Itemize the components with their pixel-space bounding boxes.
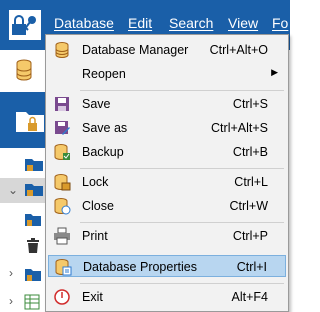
menu-item-shortcut: Ctrl+W [229, 199, 268, 213]
menu-separator [80, 283, 284, 284]
navigation-header [0, 92, 46, 148]
menu-view[interactable]: View [228, 15, 258, 31]
app-logo-icon [9, 10, 41, 40]
menu-item-label: Save [82, 97, 111, 111]
trash-icon[interactable] [26, 238, 40, 254]
menu-item-label: Exit [82, 290, 103, 304]
menu-separator [80, 168, 284, 169]
menu-item-label: Database Properties [83, 260, 197, 274]
chevron-right-icon[interactable]: › [9, 266, 13, 280]
menu-item-exit[interactable]: Exit Alt+F4 [48, 286, 286, 308]
folder-lock-icon[interactable] [24, 266, 42, 282]
save-icon [55, 97, 69, 111]
menu-item-database-properties[interactable]: Database Properties Ctrl+I [48, 255, 286, 277]
menu-item-shortcut: Ctrl+B [232, 145, 268, 159]
database-toolbar-icon[interactable] [16, 59, 32, 81]
folder-lock-icon [25, 184, 43, 196]
menu-item-lock[interactable]: Lock Ctrl+L [48, 171, 286, 193]
menu-separator [80, 90, 284, 91]
folder-lock-icon[interactable] [24, 156, 44, 172]
menu-separator [80, 222, 284, 223]
menu-item-shortcut: Ctrl+I [236, 260, 267, 274]
menu-item-label: Lock [82, 175, 109, 189]
database-dropdown-menu: Database Manager Ctrl+Alt+O Reopen ▶ Sav… [45, 34, 289, 312]
save-as-icon [55, 121, 70, 135]
folder-lock-icon[interactable] [24, 211, 42, 227]
menu-edit[interactable]: Edit [128, 15, 152, 31]
chevron-right-icon[interactable]: › [9, 294, 13, 308]
menu-item-label: Database Manager [82, 43, 189, 57]
folder-lock-icon [16, 112, 44, 132]
menu-item-label: Reopen [82, 67, 126, 81]
menu-database[interactable]: Database [54, 15, 114, 31]
lock-icon [54, 174, 71, 191]
menu-item-label: Close [82, 199, 114, 213]
menu-item-print[interactable]: Print Ctrl+P [48, 225, 286, 247]
menu-item-shortcut: Ctrl+L [234, 175, 268, 189]
database-properties-icon [55, 259, 72, 276]
close-database-icon [54, 198, 71, 215]
menu-item-close[interactable]: Close Ctrl+W [48, 195, 286, 217]
menu-folder[interactable]: Fo [272, 15, 288, 31]
submenu-arrow-icon: ▶ [271, 67, 278, 77]
menu-item-shortcut: Ctrl+P [232, 229, 268, 243]
menu-item-shortcut: Ctrl+S [232, 97, 268, 111]
power-icon [54, 289, 70, 305]
backup-icon [54, 144, 70, 160]
spreadsheet-icon[interactable] [24, 294, 42, 310]
menu-item-shortcut: Ctrl+Alt+O [209, 43, 268, 57]
chevron-down-icon[interactable]: ⌄ [8, 183, 18, 197]
menu-item-label: Backup [82, 145, 124, 159]
database-icon [55, 42, 69, 58]
menu-item-backup[interactable]: Backup Ctrl+B [48, 141, 286, 163]
printer-icon [54, 227, 70, 245]
menu-item-reopen[interactable]: Reopen ▶ [48, 63, 286, 85]
menu-item-save-as[interactable]: Save as Ctrl+Alt+S [48, 117, 286, 139]
menu-item-label: Print [82, 229, 108, 243]
menu-item-shortcut: Ctrl+Alt+S [211, 121, 268, 135]
menu-item-database-manager[interactable]: Database Manager Ctrl+Alt+O [48, 39, 286, 61]
menu-search[interactable]: Search [169, 15, 213, 31]
menu-item-save[interactable]: Save Ctrl+S [48, 93, 286, 115]
menu-item-label: Save as [82, 121, 128, 135]
menu-item-shortcut: Alt+F4 [231, 290, 268, 304]
